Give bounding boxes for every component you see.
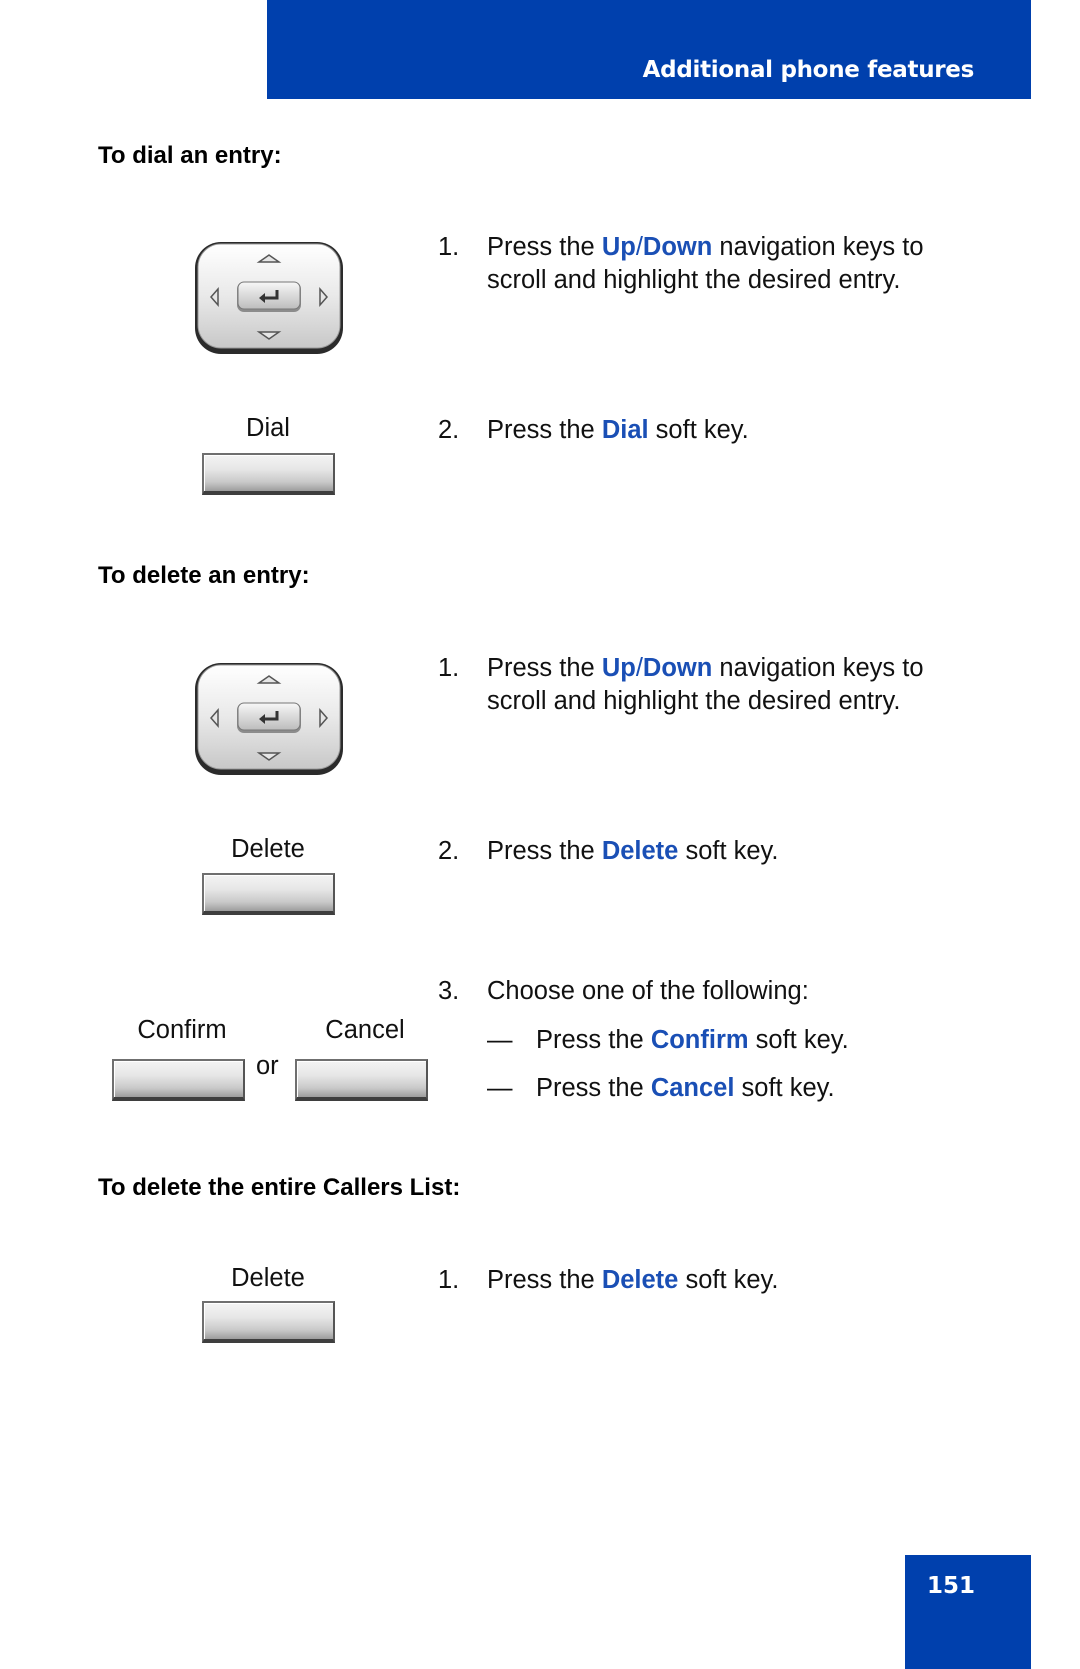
step-text: Press the Up/Down navigation keys to scro… bbox=[487, 233, 924, 294]
step-text: Press the Up/Down navigation keys to scro… bbox=[487, 654, 924, 715]
delete-softkey-button[interactable] bbox=[202, 873, 335, 915]
step-number: 3. bbox=[438, 977, 460, 1005]
option-text: Press the Confirm soft key. bbox=[536, 1026, 849, 1054]
step-number: 1. bbox=[438, 654, 460, 682]
keyword-down: Down bbox=[642, 233, 713, 261]
cancel-softkey-button[interactable] bbox=[295, 1059, 428, 1101]
dial-softkey-label: Dial bbox=[246, 414, 290, 442]
keyword-dial: Dial bbox=[601, 416, 649, 444]
keyword-confirm: Confirm bbox=[650, 1026, 749, 1054]
step-3-delete: 3. Choose one of the following: bbox=[438, 975, 998, 1009]
step-number: 2. bbox=[438, 416, 460, 444]
step-2-delete: 2. Press the Delete soft key. bbox=[438, 835, 998, 869]
section-heading-dial: To dial an entry: bbox=[98, 142, 282, 169]
step-text: Choose one of the following: bbox=[487, 977, 809, 1005]
confirm-softkey-label: Confirm bbox=[137, 1016, 227, 1044]
keyword-delete: Delete bbox=[601, 837, 679, 865]
keyword-down: Down bbox=[642, 654, 713, 682]
dial-softkey-button[interactable] bbox=[202, 453, 335, 495]
step-1-delete: 1. Press the Up/Down navigation keys to s… bbox=[438, 652, 998, 722]
step-number: 1. bbox=[438, 233, 460, 261]
header-band: Additional phone features bbox=[267, 0, 1031, 99]
dash-bullet: — bbox=[487, 1074, 513, 1102]
chapter-title: Additional phone features bbox=[642, 57, 975, 83]
step-1-dial: 1. Press the Up/Down navigation keys to s… bbox=[438, 231, 998, 301]
keyword-up: Up bbox=[601, 233, 636, 261]
option-text: Press the Cancel soft key. bbox=[536, 1074, 835, 1102]
step-number: 2. bbox=[438, 837, 460, 865]
cancel-softkey-label: Cancel bbox=[325, 1016, 405, 1044]
option-confirm: — Press the Confirm soft key. bbox=[487, 1024, 1007, 1058]
step-text: Press the Dial soft key. bbox=[487, 416, 749, 444]
section-heading-delete: To delete an entry: bbox=[98, 562, 310, 589]
navigation-cluster-icon bbox=[195, 242, 343, 354]
keyword-up: Up bbox=[601, 654, 636, 682]
navigation-keys-image bbox=[193, 661, 345, 777]
option-cancel: — Press the Cancel soft key. bbox=[487, 1072, 1007, 1106]
dash-bullet: — bbox=[487, 1026, 513, 1054]
delete-softkey-label: Delete bbox=[231, 835, 305, 863]
navigation-keys-image bbox=[193, 240, 345, 356]
section-heading-delete-all: To delete the entire Callers List: bbox=[98, 1174, 461, 1201]
step-2-dial: 2. Press the Dial soft key. bbox=[438, 414, 998, 448]
delete-all-softkey-button[interactable] bbox=[202, 1301, 335, 1343]
page-number-box: 151 bbox=[905, 1555, 1031, 1669]
step-text: Press the Delete soft key. bbox=[487, 1266, 779, 1294]
page-number: 151 bbox=[927, 1573, 976, 1599]
step-1-delete-all: 1. Press the Delete soft key. bbox=[438, 1264, 998, 1298]
confirm-softkey-button[interactable] bbox=[112, 1059, 245, 1101]
or-label: or bbox=[256, 1052, 279, 1080]
keyword-cancel: Cancel bbox=[650, 1074, 735, 1102]
step-text: Press the Delete soft key. bbox=[487, 837, 779, 865]
keyword-delete: Delete bbox=[601, 1266, 679, 1294]
step-number: 1. bbox=[438, 1266, 460, 1294]
navigation-cluster-icon bbox=[195, 663, 343, 775]
delete-all-softkey-label: Delete bbox=[231, 1264, 305, 1292]
